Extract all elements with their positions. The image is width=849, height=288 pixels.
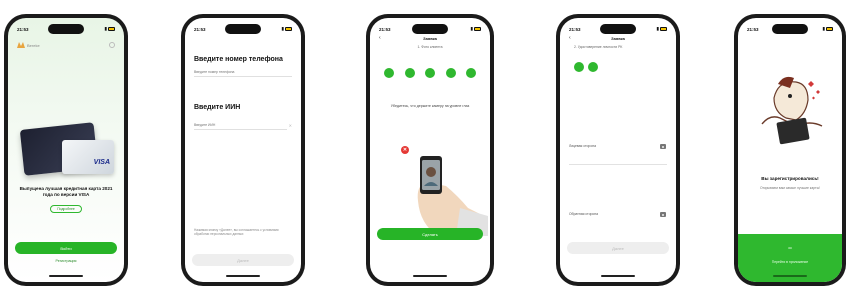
card-brand-visa: VISA bbox=[93, 159, 110, 166]
success-footer[interactable]: ок Перейти в приложение bbox=[738, 234, 842, 282]
dynamic-island bbox=[600, 24, 636, 34]
home-indicator bbox=[49, 275, 83, 277]
front-side-label: Лицевая сторона bbox=[569, 144, 596, 148]
selfie-instruction: Убедитесь, что держите камеру на уровне … bbox=[390, 104, 470, 108]
nav-title: Заявка bbox=[423, 36, 437, 41]
success-subtitle: Открываем вам самые лучшие карты! bbox=[760, 186, 820, 190]
phone-frame-success: 21:53 ▮ Вы зарегистрировались! Открываем… bbox=[734, 14, 846, 286]
step-dot bbox=[574, 62, 584, 72]
capture-button-label: Сделать bbox=[422, 231, 438, 237]
battery-icon bbox=[660, 27, 667, 31]
dynamic-island bbox=[412, 24, 448, 34]
step-dot bbox=[384, 68, 394, 78]
clear-icon[interactable]: ✕ bbox=[289, 123, 292, 128]
next-button[interactable]: Далее bbox=[192, 254, 294, 266]
phone-frame-welcome: 21:53 ▮ Bereke VISA Выпущена лучшая кред… bbox=[4, 14, 128, 286]
step-dot bbox=[466, 68, 476, 78]
battery-icon bbox=[285, 27, 292, 31]
status-time: 21:53 bbox=[17, 26, 29, 32]
continue-button-label: Далее bbox=[612, 245, 624, 251]
register-link[interactable]: Регистрация bbox=[8, 259, 124, 263]
signal-icon: ▮ bbox=[656, 26, 659, 31]
bereke-logo-icon bbox=[17, 42, 25, 48]
signal-icon: ▮ bbox=[470, 26, 473, 31]
iin-input[interactable] bbox=[194, 121, 287, 130]
login-screen: 21:53 ▮ Введите номер телефона Введите И… bbox=[185, 18, 301, 282]
details-button[interactable]: Подробнее bbox=[50, 205, 82, 213]
dynamic-island bbox=[48, 24, 84, 34]
battery-icon bbox=[826, 27, 833, 31]
dynamic-island bbox=[225, 24, 261, 34]
signal-icon: ▮ bbox=[104, 26, 107, 31]
card-image: VISA bbox=[19, 118, 116, 184]
error-icon: ✕ bbox=[401, 146, 409, 154]
phone-frame-login: 21:53 ▮ Введите номер телефона Введите И… bbox=[181, 14, 305, 286]
phone-input[interactable] bbox=[194, 68, 292, 77]
home-indicator bbox=[413, 275, 447, 277]
phone-title: Введите номер телефона bbox=[194, 56, 283, 63]
nav-title: Заявка bbox=[611, 36, 625, 41]
home-indicator bbox=[601, 275, 635, 277]
go-to-app-button[interactable]: Перейти в приложение bbox=[738, 260, 842, 264]
divider bbox=[569, 164, 667, 165]
phone-frame-selfie: 21:53 ▮ ‹ Заявка 1. Фото клиента Убедите… bbox=[366, 14, 494, 286]
login-button[interactable]: Войти bbox=[15, 242, 117, 254]
status-time: 21:53 bbox=[569, 26, 581, 32]
brand-header: Bereke bbox=[17, 42, 40, 48]
back-side-label: Обратная сторона bbox=[569, 212, 598, 216]
signal-icon: ▮ bbox=[822, 26, 825, 31]
dynamic-island bbox=[772, 24, 808, 34]
battery-icon bbox=[108, 27, 115, 31]
camera-icon[interactable] bbox=[660, 144, 666, 149]
signal-icon: ▮ bbox=[281, 26, 284, 31]
step-progress bbox=[574, 62, 598, 72]
step-dot bbox=[425, 68, 435, 78]
step-dot bbox=[588, 62, 598, 72]
card-light: VISA bbox=[62, 140, 114, 174]
brand-name: Bereke bbox=[27, 42, 40, 48]
status-time: 21:53 bbox=[194, 26, 206, 32]
welcome-screen: 21:53 ▮ Bereke VISA Выпущена лучшая кред… bbox=[8, 18, 124, 282]
details-button-label: Подробнее bbox=[57, 207, 75, 211]
selfie-screen: 21:53 ▮ ‹ Заявка 1. Фото клиента Убедите… bbox=[370, 18, 490, 282]
back-side-row[interactable]: Обратная сторона bbox=[560, 202, 676, 226]
success-title: Вы зарегистрировались! bbox=[761, 176, 819, 181]
step-label: 1. Фото клиента bbox=[417, 45, 443, 49]
front-side-row[interactable]: Лицевая сторона bbox=[560, 134, 676, 158]
id-upload-screen: 21:53 ▮ ‹ Заявка 2. Удостоверение личнос… bbox=[560, 18, 676, 282]
phone-frame-id-upload: 21:53 ▮ ‹ Заявка 2. Удостоверение личнос… bbox=[556, 14, 680, 286]
battery-icon bbox=[474, 27, 481, 31]
welcome-headline: Выпущена лучшая кредитная карта 2021 год… bbox=[19, 186, 113, 198]
home-indicator bbox=[773, 275, 807, 277]
next-button-label: Далее bbox=[237, 257, 249, 263]
iin-title: Введите ИИН bbox=[194, 104, 241, 111]
login-button-label: Войти bbox=[60, 245, 72, 251]
step-label: 2. Удостоверение личности РК bbox=[574, 45, 623, 49]
home-indicator bbox=[226, 275, 260, 277]
horse-mascot-illustration bbox=[761, 76, 823, 145]
status-time: 21:53 bbox=[379, 26, 391, 32]
status-time: 21:53 bbox=[747, 26, 759, 32]
step-dot bbox=[445, 68, 456, 78]
success-screen: 21:53 ▮ Вы зарегистрировались! Открываем… bbox=[738, 18, 842, 282]
hand-phone-illustration bbox=[417, 156, 488, 236]
success-footer-title: ок bbox=[788, 246, 792, 250]
capture-button[interactable]: Сделать bbox=[377, 228, 483, 240]
consent-text: Нажимая кнопку «Далее», вы соглашаетесь … bbox=[194, 228, 279, 237]
camera-icon[interactable] bbox=[660, 212, 666, 217]
step-dot bbox=[404, 68, 415, 78]
continue-button[interactable]: Далее bbox=[567, 242, 669, 254]
step-progress bbox=[384, 68, 476, 78]
settings-icon[interactable] bbox=[109, 42, 115, 48]
